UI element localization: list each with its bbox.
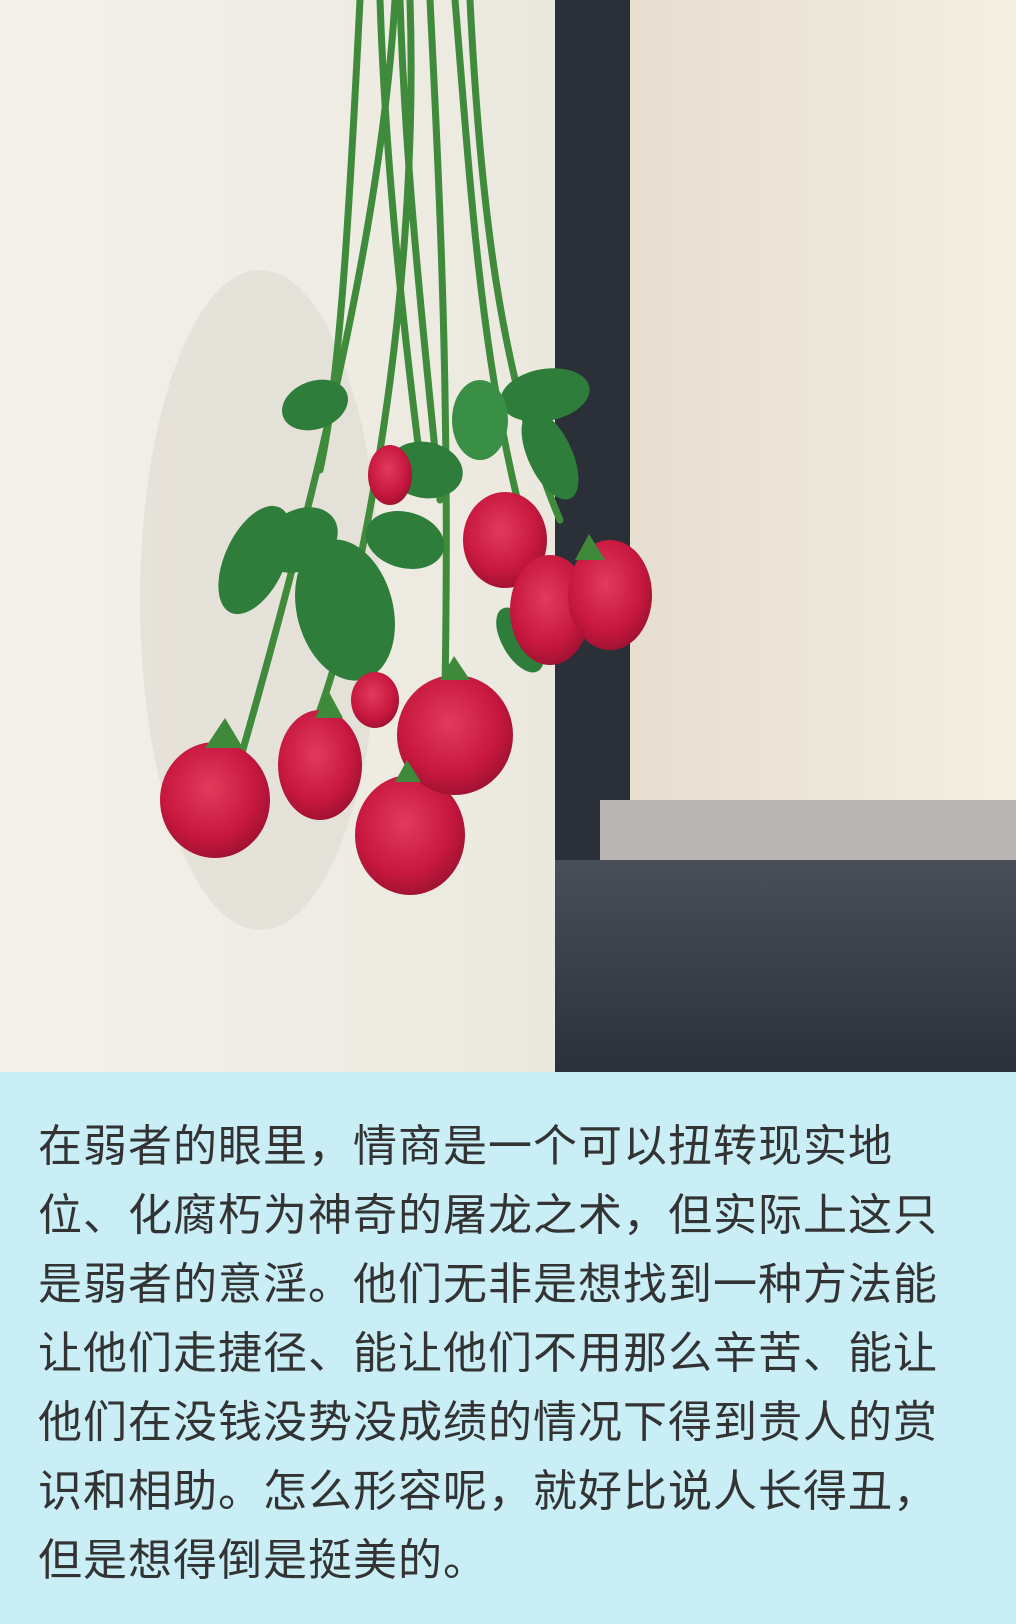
page: 在弱者的眼里，情商是一个可以扭转现实地位、化腐朽为神奇的屠龙之术，但实际上这只是… xyxy=(0,0,1016,1624)
hanging-roses-illustration xyxy=(0,0,1016,1072)
rose-photo xyxy=(0,0,1016,1072)
caption-text: 在弱者的眼里，情商是一个可以扭转现实地位、化腐朽为神奇的屠龙之术，但实际上这只是… xyxy=(38,1121,938,1586)
caption-panel: 在弱者的眼里，情商是一个可以扭转现实地位、化腐朽为神奇的屠龙之术，但实际上这只是… xyxy=(0,1072,1016,1624)
